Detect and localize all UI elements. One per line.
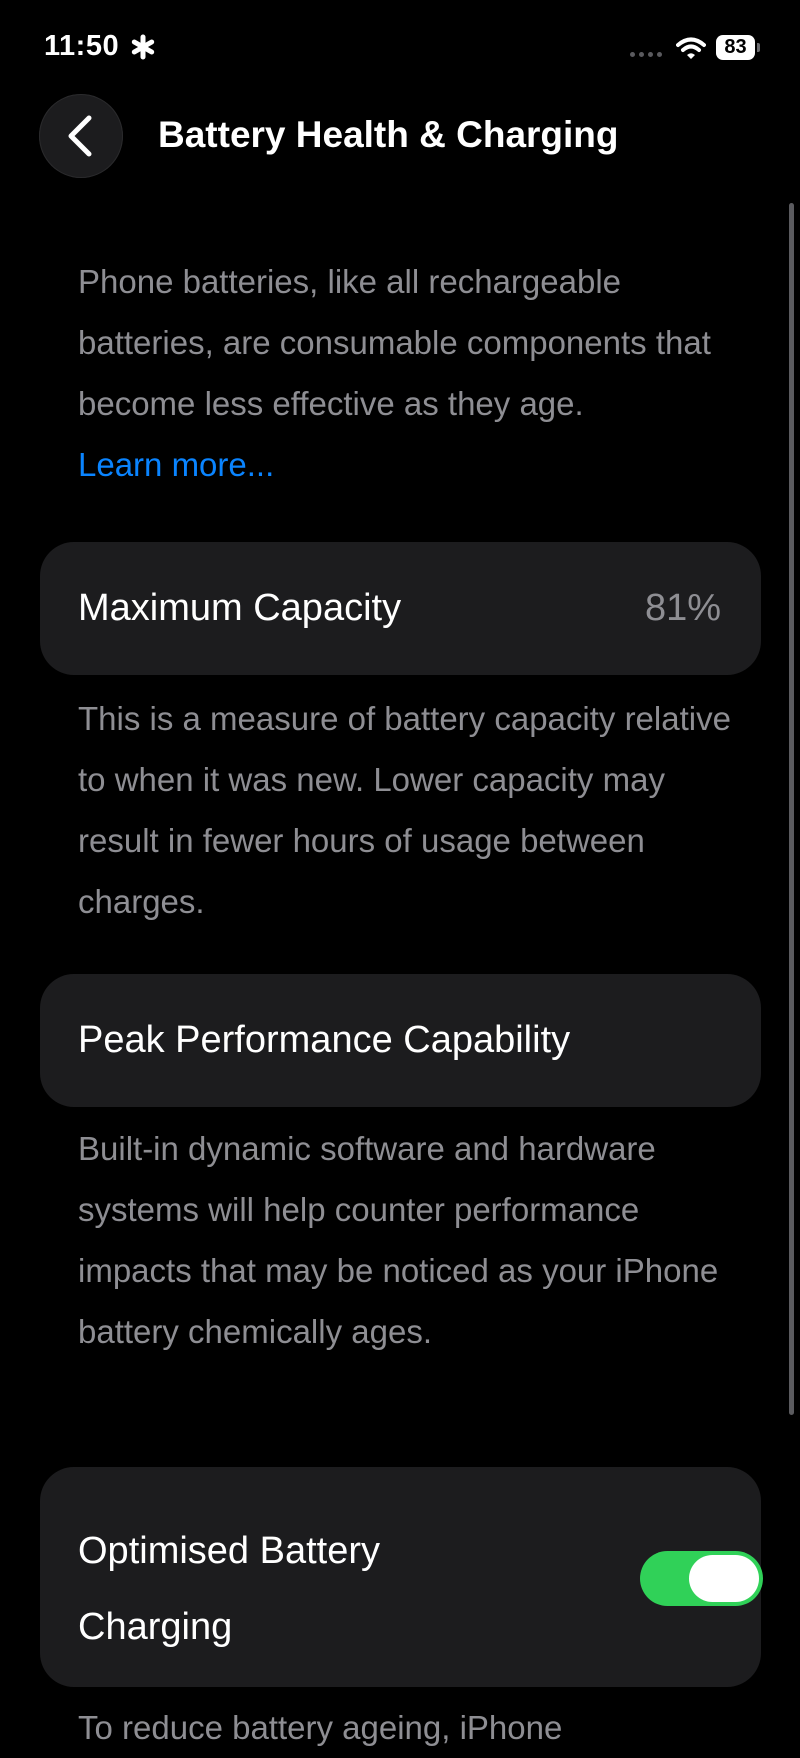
optimised-charging-footer: To reduce battery ageing, iPhone <box>78 1709 563 1746</box>
optimised-charging-row: Optimised Battery Charging <box>40 1467 763 1687</box>
peak-performance-label: Peak Performance Capability <box>78 1019 571 1061</box>
battery-cap <box>757 43 760 52</box>
toggle-knob <box>689 1555 759 1602</box>
cellular-signal-icon <box>630 52 662 57</box>
maximum-capacity-label: Maximum Capacity <box>78 587 402 629</box>
intro-description: Phone batteries, like all rechargeable b… <box>78 251 738 495</box>
maximum-capacity-footer: This is a measure of battery capacity re… <box>78 700 731 920</box>
wifi-icon <box>676 37 706 59</box>
page-title: Battery Health & Charging <box>158 114 619 155</box>
learn-more-link[interactable]: Learn more... <box>78 434 738 495</box>
peak-performance-footer: Built-in dynamic software and hardware s… <box>78 1130 719 1350</box>
optimised-charging-label: Optimised Battery Charging <box>78 1530 380 1648</box>
status-time: 11:50 <box>44 30 120 62</box>
optimised-charging-toggle[interactable] <box>640 1551 763 1606</box>
chevron-left-icon <box>68 115 92 157</box>
asterisk-icon <box>131 34 155 60</box>
intro-text: Phone batteries, like all rechargeable b… <box>78 263 711 422</box>
battery-icon: 83 <box>716 35 755 60</box>
back-button[interactable] <box>39 94 123 178</box>
peak-performance-row: Peak Performance Capability <box>40 974 761 1107</box>
scroll-indicator[interactable] <box>789 203 794 1415</box>
maximum-capacity-value: 81% <box>644 587 721 629</box>
status-bar: 11:50 83 <box>0 0 800 100</box>
maximum-capacity-row: Maximum Capacity 81% <box>40 542 761 675</box>
